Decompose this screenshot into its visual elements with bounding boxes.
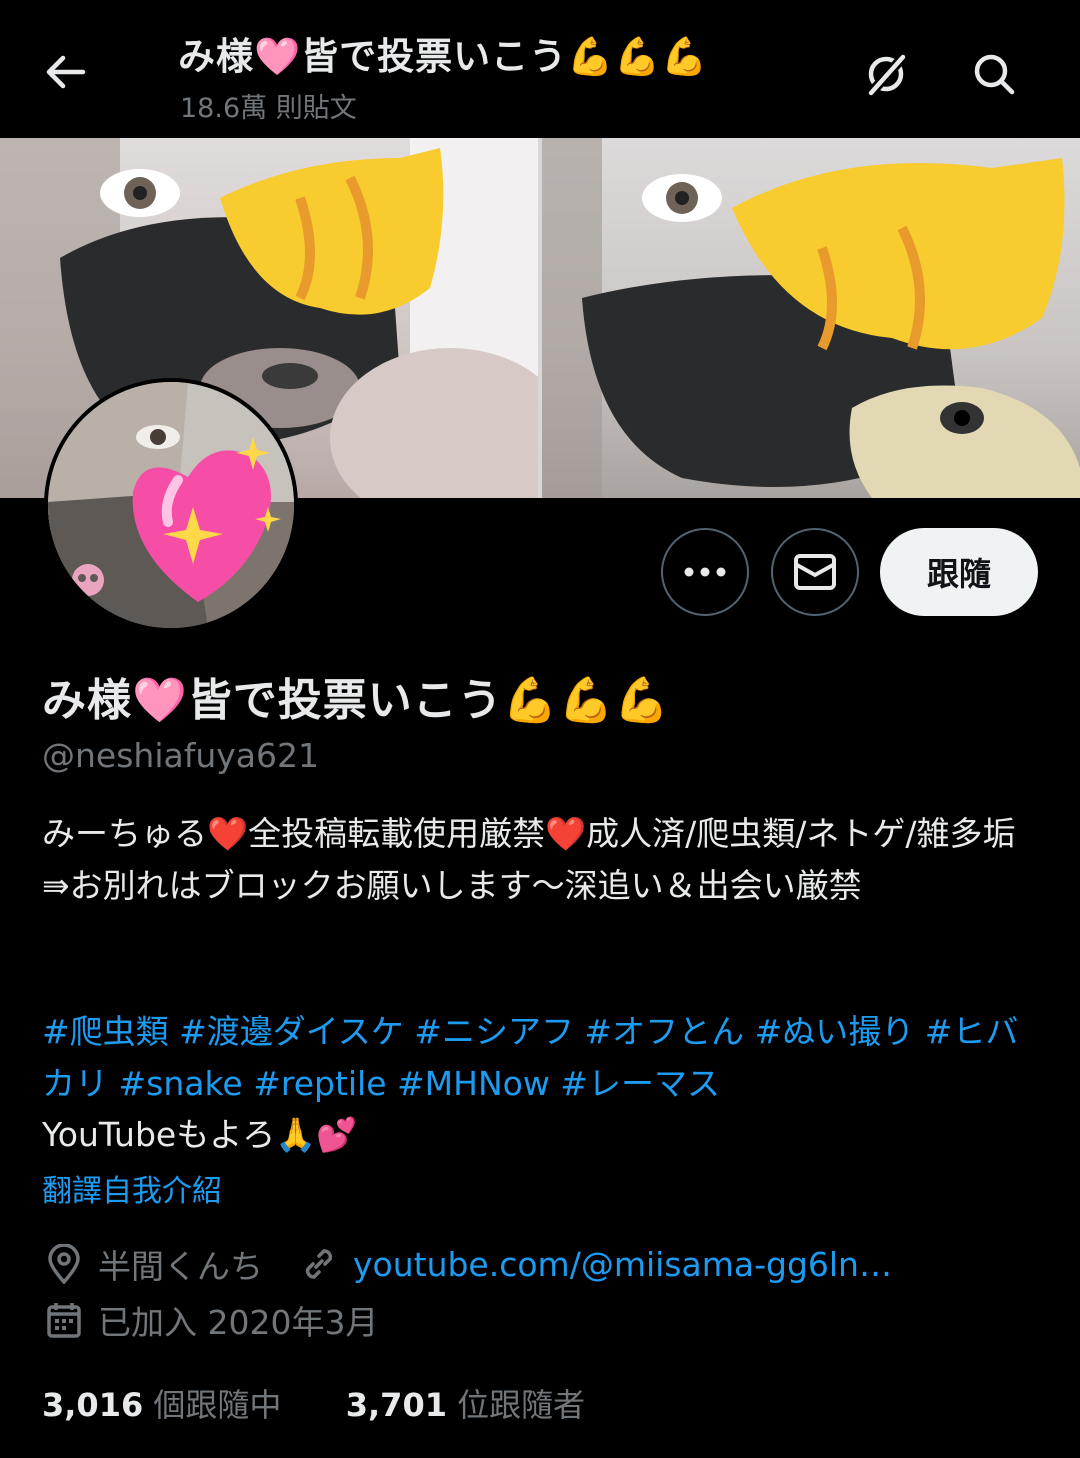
more-button[interactable] bbox=[661, 528, 749, 616]
link-icon bbox=[299, 1244, 339, 1284]
location-pin-icon bbox=[44, 1244, 84, 1284]
message-button[interactable] bbox=[771, 528, 859, 616]
website-link[interactable]: youtube.com/@miisama-gg6ln… bbox=[353, 1245, 892, 1284]
following-count: 3,016 bbox=[42, 1386, 144, 1424]
followers-link[interactable]: 3,701 位跟隨者 bbox=[346, 1386, 585, 1424]
user-handle: @neshiafuya621 bbox=[42, 736, 319, 775]
joined-date: 已加入 2020年3月 bbox=[98, 1303, 379, 1342]
following-link[interactable]: 3,016 個跟隨中 bbox=[42, 1386, 281, 1424]
back-button[interactable] bbox=[36, 42, 96, 102]
top-bar: み様🩷皆で投票いこう💪💪💪 18.6萬 則貼文 bbox=[0, 0, 1080, 138]
profile-meta-row: 半間くんち youtube.com/@miisama-gg6ln… bbox=[44, 1240, 892, 1288]
calendar-icon bbox=[44, 1300, 84, 1340]
envelope-icon bbox=[794, 554, 836, 590]
bio-hashtags[interactable]: #爬虫類 #渡邊ダイスケ #ニシアフ #オフとん #ぬい撮り #ヒバカリ #sn… bbox=[42, 1006, 1042, 1110]
more-icon bbox=[684, 567, 726, 577]
follow-stats: 3,016 個跟隨中 3,701 位跟隨者 bbox=[42, 1380, 585, 1426]
bio-paragraph: みーちゅる❤️全投稿転載使用厳禁❤️成人済/爬虫類/ネトゲ/雑多垢⇛お別れはブロ… bbox=[42, 814, 1016, 905]
search-button[interactable] bbox=[964, 44, 1024, 104]
followers-label: 位跟隨者 bbox=[457, 1386, 586, 1424]
location-text: 半間くんち bbox=[98, 1247, 263, 1286]
post-count: 18.6萬 則貼文 bbox=[180, 93, 357, 124]
avatar[interactable] bbox=[44, 378, 298, 632]
follow-button[interactable]: 跟隨 bbox=[880, 528, 1038, 616]
bio-text: みーちゅる❤️全投稿転載使用厳禁❤️成人済/爬虫類/ネトゲ/雑多垢⇛お別れはブロ… bbox=[42, 808, 1042, 912]
grok-button[interactable] bbox=[856, 44, 916, 104]
banner-photo-right bbox=[542, 138, 1080, 498]
followers-count: 3,701 bbox=[345, 1386, 447, 1424]
arrow-left-icon bbox=[46, 55, 86, 89]
search-icon bbox=[974, 54, 1015, 95]
bio-youtube-line: YouTubeもよろ🙏💕 bbox=[42, 1115, 358, 1154]
following-label: 個跟隨中 bbox=[153, 1386, 282, 1424]
header-title: み様🩷皆で投票いこう💪💪💪 bbox=[178, 35, 709, 78]
display-name: み様🩷皆で投票いこう💪💪💪 bbox=[42, 675, 671, 726]
translate-bio-link[interactable]: 翻譯自我介紹 bbox=[42, 1166, 222, 1210]
grok-icon bbox=[866, 52, 908, 98]
profile-meta-row: 已加入 2020年3月 bbox=[44, 1296, 378, 1344]
